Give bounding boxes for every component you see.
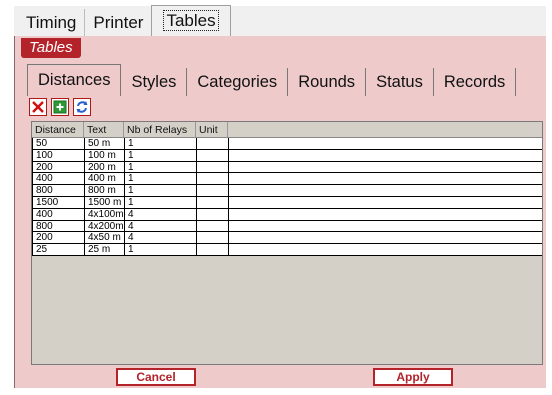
- cell-unit[interactable]: [197, 173, 229, 185]
- cell-unit[interactable]: [197, 220, 229, 232]
- grid-header: Distance Text Nb of Relays Unit: [32, 122, 542, 138]
- cell-relays[interactable]: 1: [125, 138, 197, 149]
- tab-printer[interactable]: Printer: [84, 9, 152, 36]
- cell-distance[interactable]: 200: [33, 161, 85, 173]
- cell-text[interactable]: 25 m: [85, 244, 125, 255]
- subtab-status[interactable]: Status: [366, 68, 434, 96]
- tables-panel: Tables Distances Styles Categories Round…: [14, 36, 546, 388]
- cell-unit[interactable]: [197, 185, 229, 196]
- header-distance[interactable]: Distance: [32, 122, 84, 137]
- distances-grid: Distance Text Nb of Relays Unit 50 50 m1 …: [31, 121, 543, 365]
- subtab-distances[interactable]: Distances: [27, 64, 122, 96]
- table-row[interactable]: 200 4x50 m4: [33, 232, 542, 245]
- cell-unit[interactable]: [197, 161, 229, 173]
- cell-relays[interactable]: 1: [125, 149, 197, 161]
- cell-unit[interactable]: [197, 232, 229, 244]
- subtab-records[interactable]: Records: [434, 68, 517, 96]
- cell-text[interactable]: 1500 m: [85, 196, 125, 208]
- add-button[interactable]: [51, 98, 69, 116]
- cell-relays[interactable]: 1: [125, 173, 197, 185]
- toolbar: [29, 98, 91, 116]
- delete-x-icon: [32, 101, 44, 113]
- cell-distance[interactable]: 200: [33, 232, 85, 244]
- cell-unit[interactable]: [197, 138, 229, 149]
- header-nb-of-relays[interactable]: Nb of Relays: [124, 122, 196, 137]
- cell-distance[interactable]: 50: [33, 138, 85, 149]
- cell-filler: [229, 173, 542, 184]
- cell-text[interactable]: 200 m: [85, 161, 125, 173]
- cell-unit[interactable]: [197, 244, 229, 255]
- cell-distance[interactable]: 100: [33, 149, 85, 161]
- cell-text[interactable]: 400 m: [85, 173, 125, 185]
- table-row[interactable]: 50 50 m1: [33, 138, 542, 150]
- delete-button[interactable]: [29, 98, 47, 116]
- cell-relays[interactable]: 1: [125, 161, 197, 173]
- cell-relays[interactable]: 1: [125, 244, 197, 255]
- cell-relays[interactable]: 4: [125, 232, 197, 244]
- cell-filler: [229, 232, 542, 243]
- cell-relays[interactable]: 1: [125, 196, 197, 208]
- refresh-icon: [76, 101, 88, 113]
- cell-filler: [229, 185, 542, 196]
- table-row[interactable]: 400 400 m1: [33, 173, 542, 186]
- top-tabs: Timing Printer Tables: [14, 5, 231, 36]
- cell-unit[interactable]: [197, 196, 229, 208]
- cell-unit[interactable]: [197, 208, 229, 220]
- table-row[interactable]: 200 200 m1: [33, 161, 542, 174]
- cell-distance[interactable]: 800: [33, 220, 85, 232]
- tab-tables[interactable]: Tables: [151, 5, 231, 36]
- cell-text[interactable]: 50 m: [85, 138, 125, 149]
- table-row[interactable]: 400 4x100m 4: [33, 208, 542, 221]
- cell-distance[interactable]: 400: [33, 208, 85, 220]
- cell-relays[interactable]: 4: [125, 208, 197, 220]
- apply-button[interactable]: Apply: [373, 368, 453, 386]
- subtab-categories[interactable]: Categories: [187, 68, 289, 96]
- cell-text[interactable]: 4x100m: [85, 208, 125, 220]
- grid-rows: 50 50 m1 100 100 m1 200 200 m1 400 400 m1 80…: [32, 138, 542, 256]
- cell-filler: [229, 162, 542, 173]
- cell-filler: [229, 221, 542, 232]
- header-unit[interactable]: Unit: [196, 122, 228, 137]
- cell-filler: [229, 197, 542, 208]
- sub-tabs: Distances Styles Categories Rounds Statu…: [27, 64, 517, 96]
- add-plus-icon: [53, 100, 67, 114]
- cancel-button[interactable]: Cancel: [116, 368, 196, 386]
- cell-distance[interactable]: 400: [33, 173, 85, 185]
- cell-text[interactable]: 4x50 m: [85, 232, 125, 244]
- subtab-styles[interactable]: Styles: [121, 68, 188, 96]
- table-row[interactable]: 25 25 m1: [33, 244, 542, 256]
- table-row[interactable]: 800 800 m1: [33, 185, 542, 197]
- panel-title: Tables: [21, 38, 81, 58]
- table-row[interactable]: 100 100 m1: [33, 149, 542, 162]
- tab-timing[interactable]: Timing: [14, 9, 85, 36]
- refresh-button[interactable]: [73, 98, 91, 116]
- header-text[interactable]: Text: [84, 122, 124, 137]
- cell-filler: [229, 244, 542, 255]
- cell-distance[interactable]: 25: [33, 244, 85, 255]
- table-row[interactable]: 1500 1500 m1: [33, 196, 542, 209]
- cell-distance[interactable]: 1500: [33, 196, 85, 208]
- cell-filler: [229, 150, 542, 161]
- header-filler: [228, 122, 542, 137]
- subtab-rounds[interactable]: Rounds: [288, 68, 367, 96]
- cell-relays[interactable]: 1: [125, 185, 197, 196]
- cell-text[interactable]: 100 m: [85, 149, 125, 161]
- table-row[interactable]: 800 4x200m 4: [33, 220, 542, 233]
- tab-tables-label: Tables: [163, 10, 219, 31]
- cell-filler: [229, 209, 542, 220]
- cell-text[interactable]: 4x200m: [85, 220, 125, 232]
- cell-filler: [229, 138, 542, 149]
- cell-distance[interactable]: 800: [33, 185, 85, 196]
- cell-text[interactable]: 800 m: [85, 185, 125, 196]
- cell-unit[interactable]: [197, 149, 229, 161]
- cell-relays[interactable]: 4: [125, 220, 197, 232]
